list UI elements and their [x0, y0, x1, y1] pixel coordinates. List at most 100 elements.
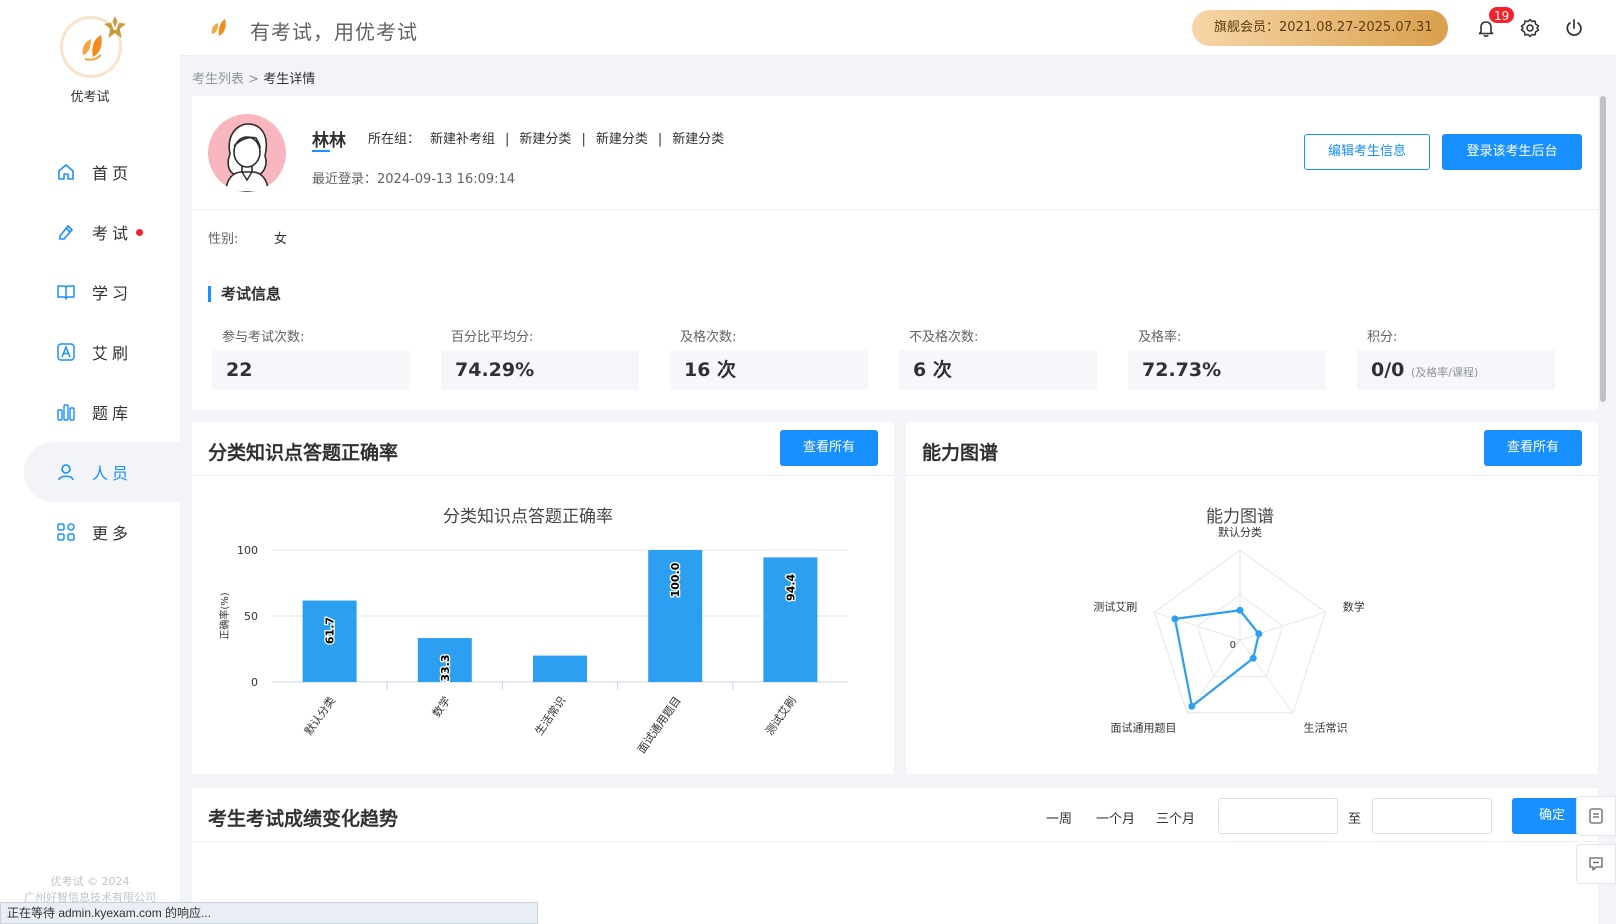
group-list: 所在组： 新建补考组 | 新建分类 | 新建分类 | 新建分类: [368, 128, 734, 147]
stat-points: 积分: 0/0 (及格率/课程): [1357, 326, 1555, 390]
leaf-logo-icon: [82, 35, 102, 61]
group-tag: 新建分类: [595, 132, 648, 147]
stat-label: 参与考试次数:: [222, 330, 305, 345]
range-three-months[interactable]: 三个月: [1156, 808, 1195, 827]
sidebar-item-more[interactable]: 更多: [0, 502, 180, 562]
radar-point: [1255, 630, 1263, 638]
group-separator: |: [505, 132, 510, 147]
profile-header: 林林 所在组： 新建补考组 | 新建分类 | 新建分类 | 新建分类 最近登录：2024-09…: [192, 96, 1598, 210]
group-separator: |: [657, 132, 663, 147]
x-tick-label: 测试艾刷: [763, 694, 799, 737]
power-icon[interactable]: [1564, 18, 1584, 38]
gender-label: 性别:: [208, 232, 239, 247]
stat-value: 6 次: [899, 350, 1097, 390]
chat-icon: [1589, 857, 1603, 871]
range-week[interactable]: 一周: [1046, 808, 1072, 827]
sidebar-item-aishua[interactable]: 艾刷: [0, 322, 180, 382]
gear-icon[interactable]: [1520, 18, 1540, 38]
top-header: 有考试，用优考试 旗舰会员：2021.08.27-2025.07.31 19: [180, 0, 1616, 56]
sidebar-item-label: 题库: [92, 404, 133, 423]
sidebar-item-label: 艾刷: [92, 344, 133, 363]
bar: [533, 655, 587, 682]
unread-dot: [136, 228, 144, 236]
membership-badge[interactable]: 旗舰会员：2021.08.27-2025.07.31: [1192, 10, 1448, 46]
panel-title: 能力图谱: [922, 442, 999, 464]
y-tick-label: 50: [244, 610, 258, 623]
radar-axis-label: 面试通用题目: [1111, 721, 1177, 734]
gender-value: 女: [274, 232, 288, 247]
stat-value-box: 0/0 (及格率/课程): [1357, 350, 1555, 390]
ability-map-panel: 能力图谱 查看所有 能力图谱 默认分类 数学 生活常识 面试通用题目 测试艾刷 0: [906, 422, 1598, 774]
stat-value: 0/0: [1371, 359, 1405, 381]
document-icon: [1589, 808, 1603, 824]
groups-label: 所在组：: [368, 132, 421, 147]
breadcrumb-parent[interactable]: 考生列表: [192, 72, 244, 87]
scrollbar[interactable]: [1600, 96, 1606, 402]
float-doc-button[interactable]: [1576, 796, 1616, 836]
y-axis-label: 正确率(%): [218, 592, 231, 639]
data-label: 61.7: [324, 617, 337, 644]
range-month[interactable]: 一个月: [1096, 808, 1135, 827]
breadcrumb: 考生列表 > 考生详情: [192, 68, 315, 87]
sidebar-item-people[interactable]: 人员: [24, 442, 180, 502]
start-date-input[interactable]: [1218, 798, 1338, 834]
stat-label: 及格次数:: [680, 330, 737, 345]
sidebar-item-study[interactable]: 学习: [0, 262, 180, 322]
stat-exam-count: 参与考试次数: 22: [212, 326, 410, 390]
stat-label: 百分比平均分:: [451, 330, 534, 345]
radar-chart: 能力图谱默认分类数学生活常识 面试通用题目 测试艾刷 0: [1093, 507, 1364, 734]
sidebar-item-label: 更多: [92, 524, 133, 543]
sidebar-item-label: 首页: [92, 164, 133, 183]
student-name: 林林: [312, 131, 346, 151]
stat-value: 74.29%: [441, 350, 639, 390]
panel-title: 分类知识点答题正确率: [208, 442, 399, 464]
exam-info-title: 考试信息: [208, 286, 281, 302]
stat-fail-count: 不及格次数: 6 次: [899, 326, 1097, 390]
view-all-button[interactable]: 查看所有: [1484, 430, 1582, 466]
female-avatar-icon: [225, 123, 269, 192]
stat-pass-rate: 及格率: 72.73%: [1128, 326, 1326, 390]
home-icon: [58, 164, 74, 180]
stat-label: 及格率:: [1138, 330, 1182, 345]
group-separator: |: [581, 132, 586, 147]
panel-header: 分类知识点答题正确率 查看所有: [192, 422, 894, 476]
group-tag: 新建补考组: [430, 132, 496, 147]
float-chat-button[interactable]: [1576, 844, 1616, 884]
category-accuracy-panel: 分类知识点答题正确率 查看所有 分类知识点答题正确率 正确率(%) 0 50 100 61…: [192, 422, 894, 774]
sidebar-item-label: 学习: [92, 284, 133, 303]
sidebar-item-exam[interactable]: 考试: [0, 202, 180, 262]
end-date-input[interactable]: [1372, 798, 1492, 834]
data-label: 33.3: [439, 654, 452, 681]
book-icon: [57, 285, 75, 300]
panel-header: 考生考试成绩变化趋势 一周 一个月 三个月 至 确定: [192, 788, 1598, 842]
to-label: 至: [1348, 812, 1362, 827]
breadcrumb-current: 考生详情: [263, 72, 316, 87]
radar-center-label: 0: [1230, 640, 1236, 651]
radar-series-line: [1173, 609, 1261, 709]
group-tag: 新建分类: [672, 132, 725, 147]
radar-point: [1171, 615, 1179, 623]
sidebar-item-question-bank[interactable]: 题库: [0, 382, 180, 442]
leaf-logo-icon: [211, 19, 226, 36]
stat-label: 积分:: [1367, 330, 1398, 345]
browser-status-bar: 正在等待 admin.kyexam.com 的响应...: [0, 902, 538, 924]
bars-icon: [57, 404, 75, 421]
bar-chart: 分类知识点答题正确率正确率(%) 0 50 100 61.7 默认分类 33.3 数学 生活常识…: [218, 507, 848, 756]
login-as-student-button[interactable]: 登录该考生后台: [1442, 134, 1582, 170]
stat-note: (及格率/课程): [1411, 366, 1479, 379]
stat-value: 16 次: [670, 350, 868, 390]
sidebar-item-home[interactable]: 首页: [0, 142, 180, 202]
student-profile-card: 林林 所在组： 新建补考组 | 新建分类 | 新建分类 | 新建分类 最近登录：2024-09…: [192, 96, 1598, 410]
sidebar-nav: 首页 考试 学习 艾刷 题库 人员 更多: [0, 142, 180, 562]
radar-axis-label: 生活常识: [1303, 720, 1347, 734]
stat-value: 22: [212, 350, 410, 390]
y-tick-label: 0: [251, 676, 258, 689]
chart-title: 能力图谱: [1206, 507, 1274, 527]
view-all-button[interactable]: 查看所有: [780, 430, 878, 466]
last-login: 最近登录：2024-09-13 16:09:14: [312, 172, 516, 187]
edit-student-button[interactable]: 编辑考生信息: [1304, 134, 1430, 170]
radar-axis-label: 默认分类: [1218, 525, 1262, 539]
stat-average-score: 百分比平均分: 74.29%: [441, 326, 639, 390]
chart-title: 分类知识点答题正确率: [443, 507, 613, 527]
logo-text: 优考试: [70, 90, 110, 105]
